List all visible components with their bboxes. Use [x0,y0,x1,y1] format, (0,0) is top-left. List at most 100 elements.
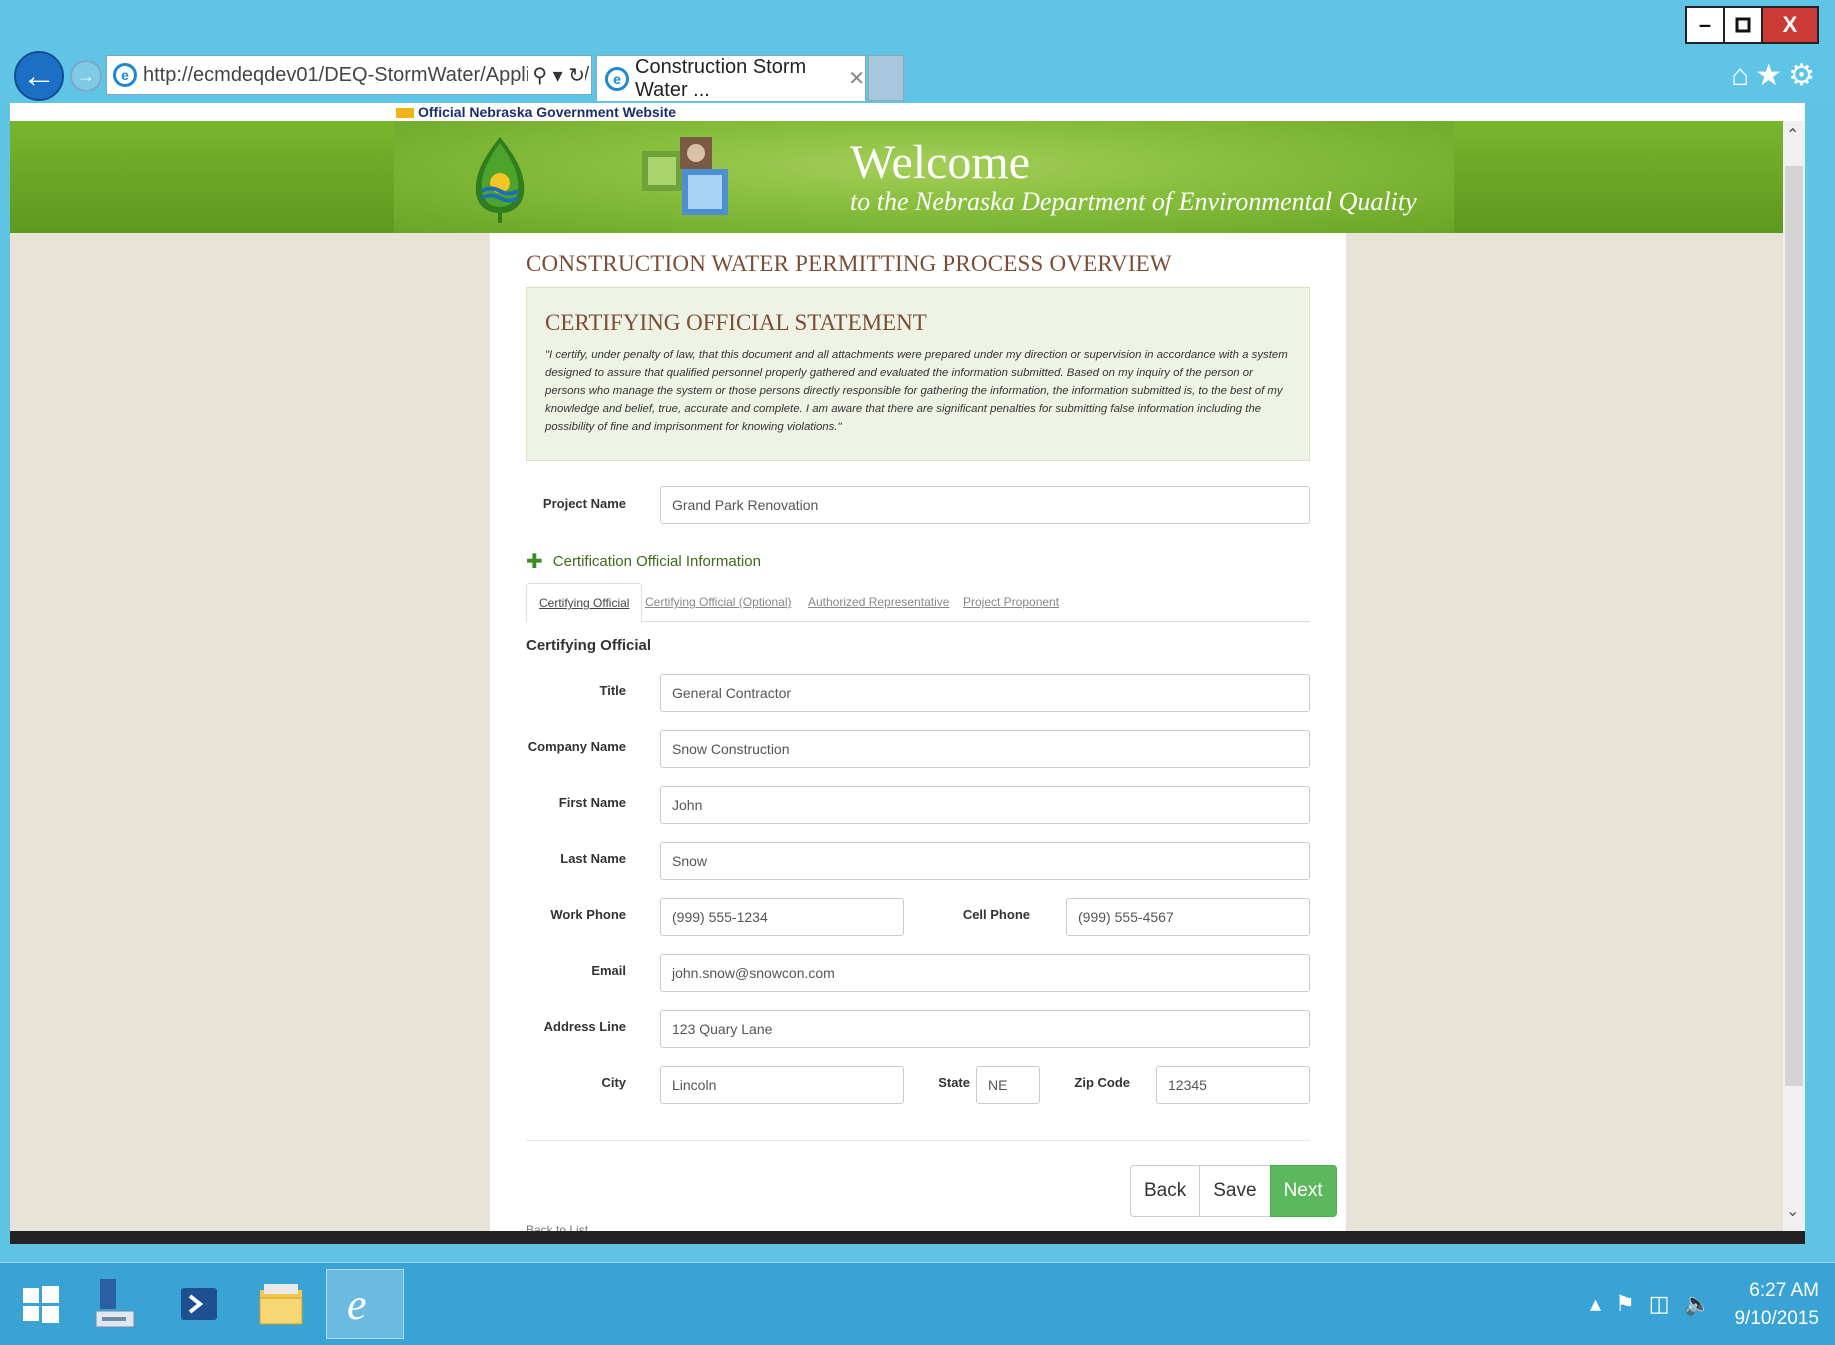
server-manager-taskbar-button[interactable] [84,1273,146,1335]
internet-explorer-icon: e [347,1280,367,1329]
company-name-label: Company Name [527,739,626,754]
page-viewport: Official Nebraska Government Website Wel… [10,103,1805,1244]
tab-title: Construction Storm Water ... [635,55,807,101]
ndeq-leaf-logo-icon[interactable] [472,135,528,223]
address-url[interactable]: http://ecmdeqdev01/DEQ-StormWater/Applic… [143,64,591,87]
taskbar-clock[interactable]: 6:27 AM 9/10/2015 [1734,1277,1819,1333]
ie-tab-icon: e [605,66,629,91]
state-label: State [938,1075,970,1090]
save-button[interactable]: Save [1199,1165,1271,1217]
welcome-heading: Welcome [850,136,1031,189]
scrollbar-thumb[interactable] [1785,166,1803,1086]
back-button[interactable]: Back [1130,1165,1201,1217]
nature-photo-collage-icon [642,137,728,215]
tab-project-proponent[interactable]: Project Proponent [951,583,1071,622]
favorites-star-icon[interactable]: ★ [1755,59,1788,92]
dropdown-icon[interactable]: ▾ [553,65,563,87]
work-phone-input[interactable]: (999) 555-1234 [660,898,904,936]
internet-explorer-taskbar-button[interactable]: e [326,1269,404,1339]
zip-code-input[interactable]: 12345 [1156,1066,1310,1104]
gov-banner-strip: Official Nebraska Government Website [10,103,1805,121]
network-icon[interactable]: ◫ [1649,1291,1684,1316]
volume-icon[interactable]: 🔈 [1684,1291,1725,1316]
main-content: CONSTRUCTION WATER PERMITTING PROCESS OV… [490,233,1346,1244]
city-input[interactable]: Lincoln [660,1066,904,1104]
system-tray: ▴⚑◫🔈 [1590,1291,1725,1317]
form-action-buttons: Back Save Next [1130,1165,1337,1217]
clock-time: 6:27 AM [1749,1280,1819,1301]
new-tab-button[interactable] [868,55,904,101]
first-name-input[interactable]: John [660,786,1310,824]
scroll-down-icon[interactable]: ⌄ [1786,1201,1799,1221]
minimize-button[interactable]: – [1685,6,1725,44]
email-label: Email [591,963,626,978]
browser-toolbar-icons: ⌂★⚙ [1731,58,1821,93]
last-name-input[interactable]: Snow [660,842,1310,880]
cell-phone-label: Cell Phone [962,907,1030,922]
next-button[interactable]: Next [1269,1165,1337,1217]
powershell-icon [181,1288,217,1320]
state-input[interactable]: NE [976,1066,1040,1104]
start-button[interactable] [10,1273,72,1335]
city-label: City [601,1075,626,1090]
work-phone-label: Work Phone [550,907,626,922]
statement-title: CERTIFYING OFFICIAL STATEMENT [545,310,927,335]
powershell-taskbar-button[interactable] [168,1273,230,1335]
first-name-label: First Name [558,795,626,810]
tab-certifying-official[interactable]: Certifying Official [526,583,643,623]
arrow-right-icon: → [77,65,95,86]
close-button[interactable]: X [1761,6,1819,44]
official-tabs: Certifying Official Certifying Official … [526,583,1310,623]
title-label: Title [599,683,627,698]
file-explorer-taskbar-button[interactable] [250,1273,312,1335]
gear-icon[interactable]: ⚙ [1788,59,1821,92]
company-name-input[interactable]: Snow Construction [660,730,1310,768]
project-name-input[interactable]: Grand Park Renovation [660,486,1310,524]
forward-nav-button[interactable]: → [70,60,102,92]
site-header-banner: Welcome to the Nebraska Department of En… [10,121,1805,233]
refresh-icon[interactable]: ↻ [568,65,585,87]
ie-favicon-icon: e [113,63,137,87]
search-icon[interactable]: ⚲ [532,65,547,87]
gov-banner-text[interactable]: Official Nebraska Government Website [418,104,676,120]
tab-authorized-representative[interactable]: Authorized Representative [796,583,961,622]
windows-taskbar: e ▴⚑◫🔈 6:27 AM 9/10/2015 [0,1262,1835,1345]
show-hidden-icons-icon[interactable]: ▴ [1590,1291,1615,1316]
form-divider [526,1140,1310,1141]
plus-icon: ✚ [526,551,543,573]
browser-tab[interactable]: e Construction Storm Water ... ✕ [596,55,866,101]
address-actions: ⚲ ▾ ↻ [528,63,585,88]
section-toggle-label: Certification Official Information [552,553,761,570]
project-name-label: Project Name [542,496,626,511]
svg-text:e: e [347,1280,367,1329]
close-tab-icon[interactable]: ✕ [848,66,865,91]
address-bar[interactable]: e http://ecmdeqdev01/DEQ-StormWater/Appl… [106,55,592,95]
email-input[interactable]: john.snow@snowcon.com [660,954,1310,992]
statement-text: "I certify, under penalty of law, that t… [545,349,1288,433]
zip-code-label: Zip Code [1074,1075,1130,1090]
browser-chrome: – X ← → e http://ecmdeqdev01/DEQ-StormWa… [0,0,1835,103]
address-line-label: Address Line [543,1019,626,1034]
title-input[interactable]: General Contractor [660,674,1310,712]
clock-date: 9/10/2015 [1734,1308,1819,1329]
nebraska-flag-icon [396,108,414,119]
maximize-icon [1735,17,1751,33]
welcome-subheading: to the Nebraska Department of Environmen… [850,187,1417,216]
vertical-scrollbar[interactable]: ⌃ ⌄ [1783,121,1805,1231]
server-manager-icon [95,1279,135,1328]
tab-certifying-official-optional[interactable]: Certifying Official (Optional) [633,583,804,622]
certification-info-toggle[interactable]: ✚ Certification Official Information [526,549,761,574]
folder-icon [259,1284,303,1325]
cell-phone-input[interactable]: (999) 555-4567 [1066,898,1310,936]
arrow-left-icon: ← [22,56,56,95]
maximize-button[interactable] [1723,6,1763,44]
certifying-official-heading: Certifying Official [526,637,652,654]
last-name-label: Last Name [560,851,626,866]
home-icon[interactable]: ⌂ [1731,59,1755,92]
address-line-input[interactable]: 123 Quary Lane [660,1010,1310,1048]
action-center-flag-icon[interactable]: ⚑ [1615,1291,1649,1316]
page-footer-bar [10,1231,1805,1244]
windows-logo-icon [23,1286,59,1323]
back-nav-button[interactable]: ← [14,51,64,101]
scroll-up-icon[interactable]: ⌃ [1786,125,1799,145]
